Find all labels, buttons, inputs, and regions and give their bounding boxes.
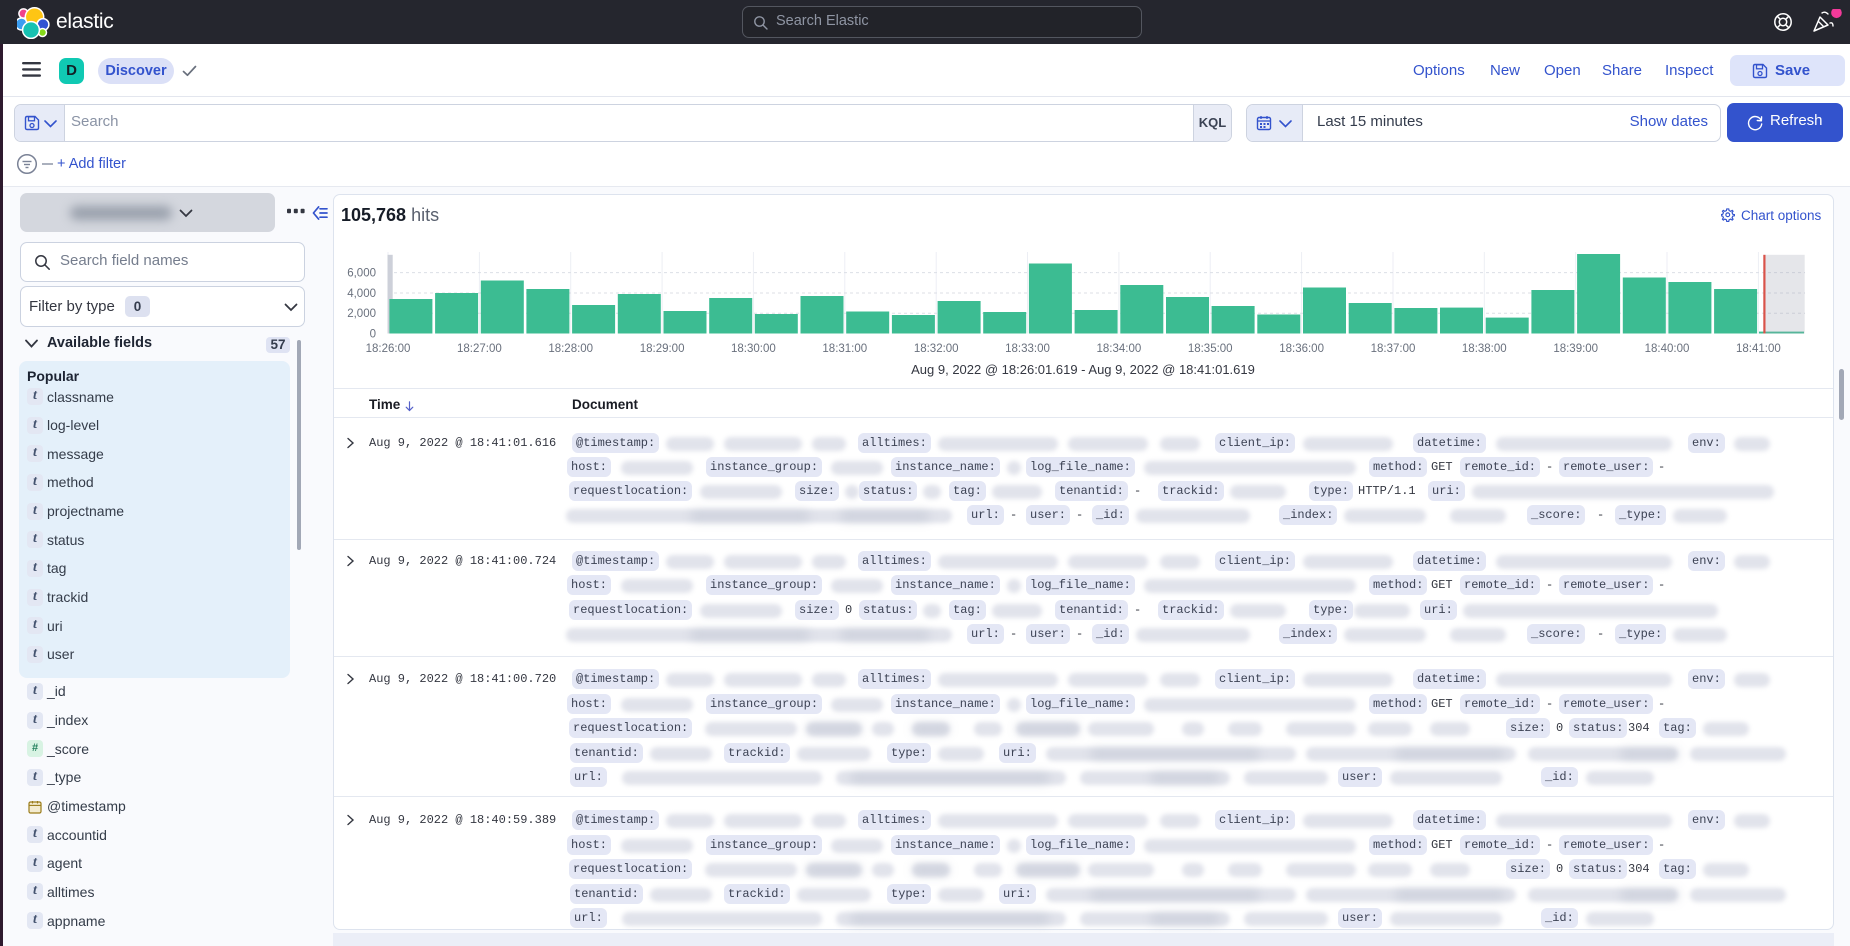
svg-text:18:40:00: 18:40:00 bbox=[1645, 343, 1690, 355]
svg-text:18:36:00: 18:36:00 bbox=[1279, 343, 1324, 355]
svg-text:18:26:00: 18:26:00 bbox=[366, 343, 411, 355]
svg-text:18:33:00: 18:33:00 bbox=[1005, 343, 1050, 355]
svg-text:18:32:00: 18:32:00 bbox=[914, 343, 959, 355]
svg-text:18:37:00: 18:37:00 bbox=[1371, 343, 1416, 355]
svg-text:0: 0 bbox=[370, 329, 376, 341]
svg-text:18:29:00: 18:29:00 bbox=[640, 343, 685, 355]
svg-text:18:30:00: 18:30:00 bbox=[731, 343, 776, 355]
svg-text:6,000: 6,000 bbox=[347, 268, 376, 280]
svg-text:18:41:00: 18:41:00 bbox=[1736, 343, 1781, 355]
svg-text:4,000: 4,000 bbox=[347, 288, 376, 300]
svg-text:18:35:00: 18:35:00 bbox=[1188, 343, 1233, 355]
svg-text:2,000: 2,000 bbox=[347, 308, 376, 320]
svg-text:18:31:00: 18:31:00 bbox=[822, 343, 867, 355]
svg-text:Aug 9, 2022 @ 18:26:01.619 - A: Aug 9, 2022 @ 18:26:01.619 - Aug 9, 2022… bbox=[911, 362, 1255, 377]
svg-text:18:27:00: 18:27:00 bbox=[457, 343, 502, 355]
svg-text:18:38:00: 18:38:00 bbox=[1462, 343, 1507, 355]
svg-text:18:34:00: 18:34:00 bbox=[1097, 343, 1142, 355]
svg-text:18:28:00: 18:28:00 bbox=[548, 343, 593, 355]
svg-text:18:39:00: 18:39:00 bbox=[1553, 343, 1598, 355]
